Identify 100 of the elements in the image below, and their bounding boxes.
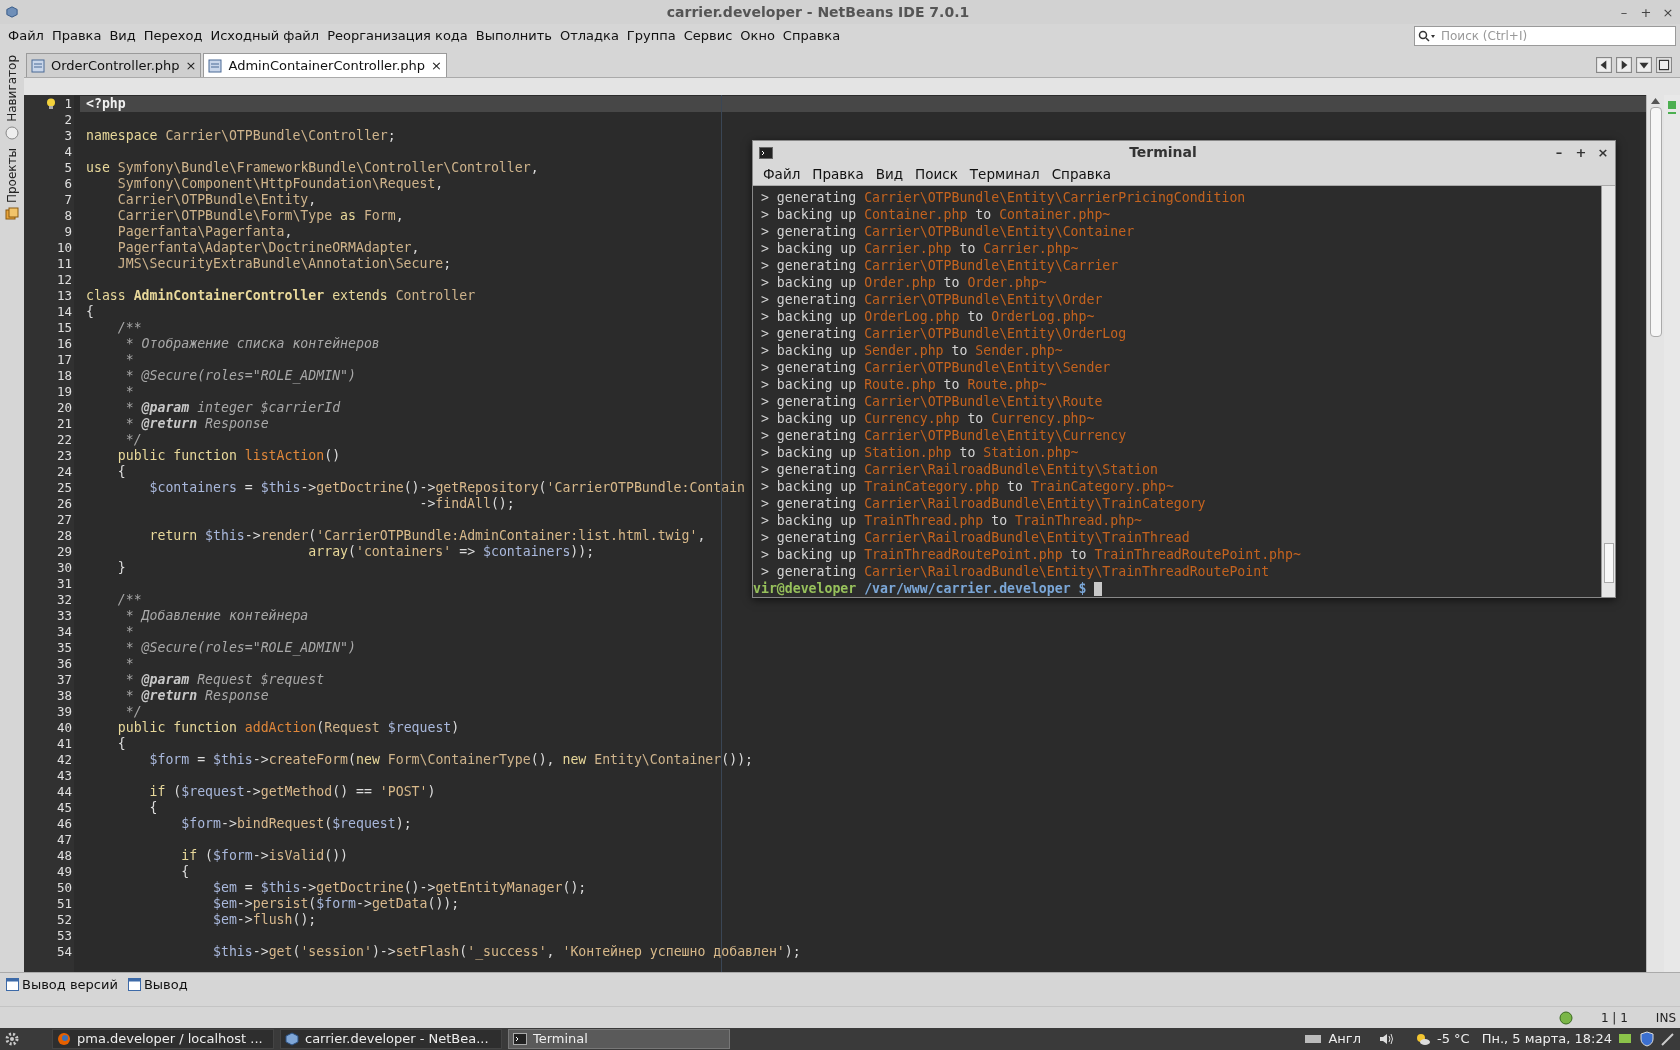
dropdown-icon[interactable]	[1636, 57, 1652, 73]
scroll-up-icon[interactable]	[1651, 98, 1660, 104]
line-number: 11	[56, 256, 72, 272]
code-line: if ($form->isValid())	[180, 848, 349, 864]
line-number: 13	[56, 288, 72, 304]
code-line: public function addAction(Request $request)	[116, 720, 460, 736]
vertical-scrollbar[interactable]	[1646, 95, 1664, 972]
window-control-button[interactable]: ×	[1662, 5, 1674, 19]
line-number: 53	[56, 928, 72, 944]
line-number: 35	[56, 640, 72, 656]
code-line: Pagerfanta\Adapter\DoctrineORMAdapter,	[116, 240, 420, 256]
lightbulb-icon[interactable]	[46, 98, 56, 110]
php-file-icon	[208, 58, 223, 73]
side-panel-tab[interactable]: Навигатор	[3, 55, 21, 140]
output-tab[interactable]: Вывод	[127, 974, 188, 995]
scroll-left-icon[interactable]	[1596, 57, 1612, 73]
maximize-icon[interactable]	[1656, 57, 1672, 73]
terminal-line: > generating Carrier\RailroadBundle\Entity\TrainThreadRoutePoint	[759, 563, 1270, 580]
code-line: $form = $this->createForm(new Form\ContainerType(), new Entity\Container());	[148, 752, 754, 768]
code-line: */	[124, 704, 142, 720]
taskbar-item[interactable]: Terminal	[508, 1029, 730, 1049]
terminal-line: > backing up Route.php to Route.php~	[759, 376, 1047, 393]
line-number: 46	[56, 816, 72, 832]
line-number: 16	[56, 336, 72, 352]
window-icon	[6, 978, 19, 991]
menu-item[interactable]: Переход	[139, 26, 207, 46]
menu-item[interactable]: Окно	[736, 26, 779, 46]
scroll-thumb[interactable]	[1603, 543, 1614, 583]
menu-item[interactable]: Вид	[869, 164, 910, 185]
menu-item[interactable]: Терминал	[963, 164, 1046, 185]
code-line: * @param Request $request	[124, 672, 325, 688]
window-control-button[interactable]: –	[1553, 146, 1565, 159]
code-line: $form->bindRequest($request);	[180, 816, 412, 832]
terminal-line: > generating Carrier\OTPBundle\Entity\Carrier	[759, 257, 1119, 274]
output-tab[interactable]: Вывод версий	[6, 974, 118, 995]
php-file-icon	[31, 58, 45, 73]
search-field[interactable]: Поиск (Ctrl+I)	[1414, 26, 1676, 46]
code-line: <?php	[86, 96, 126, 112]
scroll-thumb[interactable]	[1649, 107, 1662, 337]
menu-item[interactable]: Сервис	[679, 26, 737, 46]
terminal-line: > generating Carrier\OTPBundle\Entity\Container	[759, 223, 1135, 240]
terminal-icon	[759, 145, 773, 160]
window-control-button[interactable]: +	[1575, 146, 1587, 159]
line-number: 48	[56, 848, 72, 864]
change-marker	[1668, 112, 1676, 114]
menu-item[interactable]: Файл	[4, 26, 48, 46]
menu-item[interactable]: Реорганизация кода	[323, 26, 472, 46]
line-number: 25	[56, 480, 72, 496]
menu-item[interactable]: Файл	[757, 164, 807, 185]
side-panel-tab[interactable]: Проекты	[3, 147, 21, 221]
weather-icon	[1414, 1032, 1431, 1046]
menu-item[interactable]: Справка	[778, 26, 845, 46]
menu-item[interactable]: Справка	[1045, 164, 1118, 185]
terminal-line: > backing up TrainCategory.php to TrainCategory.php~	[759, 478, 1174, 495]
code-line: Carrier\OTPBundle\Entity,	[116, 192, 317, 208]
terminal-scrollbar[interactable]	[1601, 186, 1615, 597]
code-line: */	[124, 432, 142, 448]
line-number: 27	[56, 512, 72, 528]
line-number: 21	[56, 416, 72, 432]
menu-item[interactable]: Выполнить	[471, 26, 556, 46]
close-tab-button[interactable]: ×	[185, 59, 197, 72]
cube-icon	[285, 1032, 299, 1046]
taskbar-item[interactable]: pma.developer / localhost ...	[52, 1029, 274, 1049]
line-number: 41	[56, 736, 72, 752]
line-number: 32	[56, 592, 72, 608]
window-icon	[127, 978, 141, 991]
menu-item[interactable]: Группа	[622, 26, 680, 46]
menu-item[interactable]: Вид	[105, 26, 140, 46]
line-number: 14	[56, 304, 72, 320]
line-number: 17	[56, 352, 72, 368]
clock[interactable]: Пн., 5 марта, 18:24	[1481, 1029, 1612, 1049]
close-tab-button[interactable]: ×	[431, 59, 442, 72]
folders-icon	[5, 206, 19, 221]
window-control-button[interactable]: +	[1640, 5, 1652, 19]
window-control-button[interactable]: –	[1618, 5, 1630, 19]
code-line: Pagerfanta\Pagerfanta,	[116, 224, 293, 240]
line-number: 2	[64, 112, 72, 128]
code-line: *	[124, 384, 134, 400]
menu-item[interactable]: Правка	[47, 26, 106, 46]
window-title: carrier.developer - NetBeans IDE 7.0.1	[665, 2, 971, 22]
file-tab[interactable]: AdminContainerController.php ×	[203, 53, 447, 77]
line-number: 24	[56, 464, 72, 480]
taskbar-item[interactable]: carrier.developer - NetBea...	[280, 1029, 502, 1049]
code-line: }	[116, 560, 126, 576]
speaker-icon[interactable]	[1378, 1032, 1395, 1046]
code-line: if ($request->getMethod() == 'POST')	[148, 784, 436, 800]
keyboard-layout[interactable]: Англ	[1328, 1029, 1361, 1049]
menu-item[interactable]: Исходный файл	[206, 26, 324, 46]
line-number: 51	[56, 896, 72, 912]
window-control-button[interactable]: ×	[1597, 146, 1609, 159]
line-number: 15	[56, 320, 72, 336]
terminal-line: > generating Carrier\OTPBundle\Entity\Order	[759, 291, 1103, 308]
scroll-right-icon[interactable]	[1616, 57, 1632, 73]
terminal-line: > generating Carrier\RailroadBundle\Entity\TrainThread	[759, 529, 1190, 546]
menu-item[interactable]: Правка	[806, 164, 870, 185]
code-line: * @Secure(roles="ROLE_ADMIN")	[124, 368, 356, 384]
file-tab[interactable]: OrderController.php ×	[26, 53, 202, 77]
menu-item[interactable]: Поиск	[909, 164, 964, 185]
gear-icon[interactable]	[4, 1031, 20, 1047]
menu-item[interactable]: Отладка	[555, 26, 623, 46]
